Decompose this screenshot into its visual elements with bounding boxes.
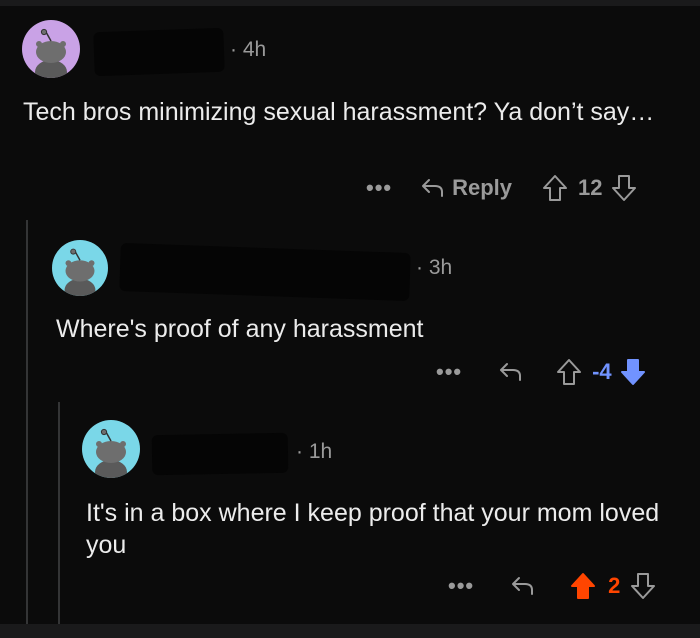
reply-button[interactable] <box>496 360 524 384</box>
upvote-button[interactable] <box>556 358 582 386</box>
upvote-button[interactable] <box>570 572 596 600</box>
reply-label: Reply <box>452 175 513 200</box>
downvote-button[interactable] <box>611 174 637 202</box>
downvote-button[interactable] <box>620 358 646 386</box>
thread-line-level-2[interactable] <box>58 402 60 624</box>
avatar[interactable] <box>22 20 80 78</box>
more-options-button[interactable]: ••• <box>436 359 462 385</box>
avatar[interactable] <box>82 420 140 478</box>
comment-actions: ••• Reply 12 <box>366 174 637 202</box>
reply-arrow-icon <box>422 179 444 197</box>
more-options-button[interactable]: ••• <box>448 573 474 599</box>
more-options-button[interactable]: ••• <box>366 175 392 201</box>
thread-line-level-1[interactable] <box>26 220 28 624</box>
reply-arrow-icon <box>512 577 534 595</box>
reply-arrow-icon <box>500 363 522 381</box>
vote-score: 12 <box>578 175 603 200</box>
upvote-button[interactable] <box>542 174 568 202</box>
comment-actions: ••• -4 <box>436 358 646 386</box>
comment-body: Where's proof of any harassment <box>56 315 424 343</box>
comment-timestamp: · 4h <box>230 38 267 61</box>
vote-score: 2 <box>608 573 621 598</box>
downvote-button[interactable] <box>630 572 656 600</box>
reply-button[interactable]: Reply <box>418 175 512 201</box>
username-redacted[interactable] <box>93 27 225 77</box>
avatar[interactable] <box>52 240 108 296</box>
comment-timestamp: · 1h <box>296 440 333 463</box>
comment-actions: ••• 2 <box>448 572 656 600</box>
vote-score: -4 <box>592 359 612 384</box>
snoo-avatar-icon <box>35 28 67 78</box>
upvote-arrow-icon <box>557 359 582 385</box>
reply-button[interactable] <box>508 574 536 598</box>
username-redacted[interactable] <box>151 432 289 476</box>
bottom-bar <box>0 624 700 638</box>
comment-body: Tech bros minimizing sexual harassment? … <box>23 98 655 126</box>
snoo-avatar-icon <box>64 248 96 296</box>
comment-timestamp: · 3h <box>416 256 453 279</box>
downvote-arrow-filled-icon <box>620 359 645 385</box>
upvote-arrow-filled-icon <box>571 573 596 599</box>
top-bar <box>0 0 700 6</box>
comment-body: It's in a box where I keep proof that yo… <box>86 499 660 559</box>
upvote-arrow-icon <box>543 175 568 201</box>
downvote-arrow-icon <box>631 573 656 599</box>
downvote-arrow-icon <box>611 175 636 201</box>
snoo-avatar-icon <box>95 428 127 478</box>
username-redacted[interactable] <box>119 242 411 302</box>
